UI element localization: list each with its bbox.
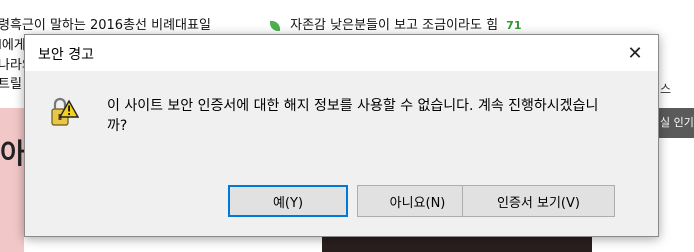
dialog-message: 이 사이트 보안 인증서에 대한 해지 정보를 사용할 수 없습니다. 계속 진… bbox=[107, 98, 599, 134]
leaf-icon bbox=[270, 20, 280, 31]
view-certificate-button[interactable]: 인증서 보기(V) bbox=[462, 185, 615, 217]
background-banner-text: 아 bbox=[0, 137, 26, 170]
background-article-link-1[interactable]: 령흑근이 말하는 2016총선 비례대표일 bbox=[0, 14, 211, 33]
dialog-title: 보안 경고 bbox=[38, 47, 94, 63]
background-banner bbox=[0, 108, 24, 252]
close-icon[interactable]: ✕ bbox=[622, 40, 648, 66]
background-article-link-2[interactable]: I에게 bbox=[0, 34, 26, 53]
yes-button[interactable]: 예(Y) bbox=[228, 185, 348, 217]
background-article-link-right[interactable]: 자존감 낮은분들이 보고 조금이라도 힘 71 bbox=[270, 14, 521, 33]
background-article-title: 자존감 낮은분들이 보고 조금이라도 힘 bbox=[290, 18, 499, 33]
security-warning-dialog: 보안 경고 ✕ 이 사이트 보안 인증서에 대한 해지 정보를 사용할 수 없습… bbox=[24, 34, 659, 237]
background-side-label: 실 인기글 bbox=[656, 108, 694, 138]
warning-lock-icon bbox=[49, 95, 80, 129]
no-button[interactable]: 아니요(N) bbox=[357, 185, 478, 217]
background-side-text: 스 bbox=[660, 82, 672, 96]
dialog-titlebar[interactable]: 보안 경고 ✕ bbox=[25, 35, 658, 71]
comment-count: 71 bbox=[506, 19, 522, 32]
